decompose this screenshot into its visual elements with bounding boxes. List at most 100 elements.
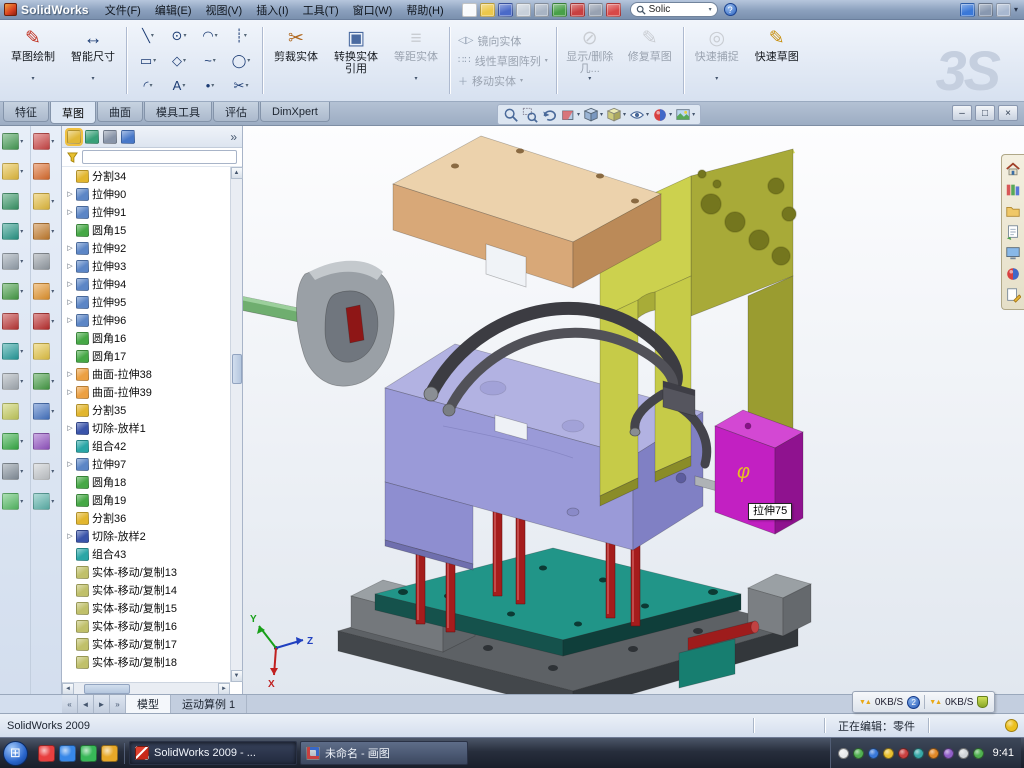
centerline-tool-icon[interactable]: ┊▾ bbox=[226, 24, 256, 48]
tree-item[interactable]: 实体-移动/复制18 bbox=[62, 653, 230, 671]
tab-sketch[interactable]: 草图 bbox=[50, 102, 96, 124]
tree-item[interactable]: 实体-移动/复制13 bbox=[62, 563, 230, 581]
dropdown-icon[interactable]: ▾ bbox=[91, 75, 94, 83]
dropdown-icon[interactable]: ▾ bbox=[588, 75, 591, 83]
expand-arrow-icon[interactable]: ▷ bbox=[65, 190, 75, 198]
display-style-icon[interactable]: ▾ bbox=[606, 107, 626, 123]
tree-item[interactable]: 分割36 bbox=[62, 509, 230, 527]
previous-view-icon[interactable] bbox=[541, 107, 557, 123]
left-toolbar-button[interactable] bbox=[33, 163, 58, 180]
tab-model[interactable]: 模型 bbox=[126, 695, 171, 713]
filter-input[interactable] bbox=[82, 150, 237, 164]
convert-entities-button[interactable]: ▣ 转换实体引用 bbox=[326, 22, 386, 99]
search-box[interactable]: Solic ▾ bbox=[630, 2, 718, 17]
trim-entities-button[interactable]: ✂ 剪裁实体 bbox=[266, 22, 326, 99]
appearances-icon[interactable] bbox=[1005, 266, 1021, 282]
expand-arrow-icon[interactable]: ▷ bbox=[65, 262, 75, 270]
polygon-tool-icon[interactable]: ◇▾ bbox=[164, 49, 194, 73]
design-library-icon[interactable] bbox=[1005, 182, 1021, 198]
point-tool-icon[interactable]: •▾ bbox=[195, 74, 225, 98]
net-speed-monitor[interactable]: ▼▲ 0KB/S 2 ▼▲ 0KB/S bbox=[852, 691, 995, 713]
materials-icon[interactable] bbox=[606, 3, 621, 17]
search-dropdown-icon[interactable]: ▾ bbox=[709, 6, 712, 13]
quick-launch-icon[interactable] bbox=[59, 745, 76, 762]
expand-arrow-icon[interactable]: ▷ bbox=[65, 280, 75, 288]
sketch-fillet-tool-icon[interactable]: ◜▾ bbox=[133, 74, 163, 98]
left-toolbar-button[interactable]: ▾ bbox=[2, 343, 27, 360]
text-tool-icon[interactable]: A▾ bbox=[164, 74, 194, 98]
tray-icon[interactable] bbox=[973, 748, 984, 759]
tree-item[interactable]: ▷拉伸94 bbox=[62, 275, 230, 293]
tree-item[interactable]: 圆角16 bbox=[62, 329, 230, 347]
tab-mold-tools[interactable]: 模具工具 bbox=[144, 102, 212, 122]
undo-icon[interactable] bbox=[552, 3, 567, 17]
scroll-left-icon[interactable]: ◄ bbox=[62, 683, 74, 695]
left-toolbar-button[interactable] bbox=[33, 433, 58, 450]
search-input[interactable]: Solic bbox=[649, 4, 706, 15]
tree-item[interactable]: 组合43 bbox=[62, 545, 230, 563]
left-toolbar-button[interactable]: ▾ bbox=[2, 283, 27, 300]
sketch-button[interactable]: ✎ 草图绘制 ▾ bbox=[3, 22, 63, 99]
tree-item[interactable]: 实体-移动/复制17 bbox=[62, 635, 230, 653]
tab-dimxpert[interactable]: DimXpert bbox=[260, 102, 330, 122]
first-tab-icon[interactable]: « bbox=[62, 695, 78, 713]
tab-features[interactable]: 特征 bbox=[3, 102, 49, 122]
left-toolbar-button[interactable]: ▾ bbox=[2, 373, 27, 390]
apply-scene-icon[interactable]: ▾ bbox=[675, 107, 695, 123]
zoom-fit-icon[interactable] bbox=[503, 107, 519, 123]
section-view-icon[interactable]: ▾ bbox=[560, 107, 580, 123]
menu-help[interactable]: 帮助(H) bbox=[399, 0, 450, 20]
tree-item[interactable]: ▷拉伸95 bbox=[62, 293, 230, 311]
dropdown-icon[interactable]: ▾ bbox=[414, 75, 417, 83]
tree-item[interactable]: ▷曲面-拉伸39 bbox=[62, 383, 230, 401]
file-explorer-icon[interactable] bbox=[1005, 203, 1021, 219]
start-button[interactable]: ⊞ bbox=[3, 741, 28, 766]
left-toolbar-button[interactable]: ▾ bbox=[33, 463, 58, 480]
scroll-up-icon[interactable]: ▲ bbox=[231, 167, 243, 179]
save-icon[interactable] bbox=[498, 3, 513, 17]
ellipse-tool-icon[interactable]: ◯▾ bbox=[226, 49, 256, 73]
menu-edit[interactable]: 编辑(E) bbox=[148, 0, 199, 20]
help-icon[interactable]: ? bbox=[724, 3, 737, 16]
expand-arrow-icon[interactable]: ▷ bbox=[65, 532, 75, 540]
toolbar-options-icon[interactable]: ▾ bbox=[1014, 5, 1018, 14]
tray-icon[interactable] bbox=[853, 748, 864, 759]
prev-tab-icon[interactable]: ◄ bbox=[78, 695, 94, 713]
left-toolbar-button[interactable]: ▾ bbox=[2, 433, 27, 450]
left-toolbar-button[interactable]: ▾ bbox=[2, 163, 27, 180]
tree-item[interactable]: ▷曲面-拉伸38 bbox=[62, 365, 230, 383]
quick-snaps-button[interactable]: ◎ 快速捕捉 ▾ bbox=[687, 22, 747, 99]
left-toolbar-button[interactable]: ▾ bbox=[33, 133, 58, 150]
tree-item[interactable]: 圆角19 bbox=[62, 491, 230, 509]
quick-launch-icon[interactable] bbox=[80, 745, 97, 762]
tray-icon[interactable] bbox=[928, 748, 939, 759]
tree-item[interactable]: 分割34 bbox=[62, 167, 230, 185]
left-toolbar-button[interactable]: ▾ bbox=[2, 493, 27, 510]
rectangle-tool-icon[interactable]: ▭▾ bbox=[133, 49, 163, 73]
task-button[interactable]: SolidWorks 2009 - ... bbox=[129, 741, 297, 765]
feature-manager-icon[interactable] bbox=[67, 130, 81, 144]
print-preview-icon[interactable] bbox=[534, 3, 549, 17]
tree-item[interactable]: 圆角18 bbox=[62, 473, 230, 491]
tree-item[interactable]: 实体-移动/复制16 bbox=[62, 617, 230, 635]
edit-appearance-icon[interactable]: ▾ bbox=[652, 107, 672, 123]
tab-evaluate[interactable]: 评估 bbox=[213, 102, 259, 122]
tray-icon[interactable] bbox=[958, 748, 969, 759]
left-toolbar-button[interactable]: ▾ bbox=[2, 133, 27, 150]
expand-arrow-icon[interactable]: ▷ bbox=[65, 460, 75, 468]
tree-item[interactable]: ▷拉伸97 bbox=[62, 455, 230, 473]
left-toolbar-button[interactable] bbox=[33, 253, 58, 270]
monitor-badge[interactable]: 2 bbox=[907, 696, 920, 709]
tree-item[interactable]: ▷拉伸91 bbox=[62, 203, 230, 221]
tree-horizontal-scrollbar[interactable]: ◄ ► bbox=[62, 682, 230, 694]
custom-properties-icon[interactable] bbox=[1005, 287, 1021, 303]
expand-arrow-icon[interactable]: ▷ bbox=[65, 298, 75, 306]
tree-item[interactable]: ▷拉伸96 bbox=[62, 311, 230, 329]
tray-icon[interactable] bbox=[913, 748, 924, 759]
configuration-manager-icon[interactable] bbox=[103, 130, 117, 144]
left-toolbar-button[interactable] bbox=[33, 343, 58, 360]
left-toolbar-button[interactable]: ▾ bbox=[2, 463, 27, 480]
menu-view[interactable]: 视图(V) bbox=[199, 0, 250, 20]
open-icon[interactable] bbox=[480, 3, 495, 17]
move-entities-button[interactable]: ＋ 移动实体 ▾ bbox=[458, 73, 548, 89]
